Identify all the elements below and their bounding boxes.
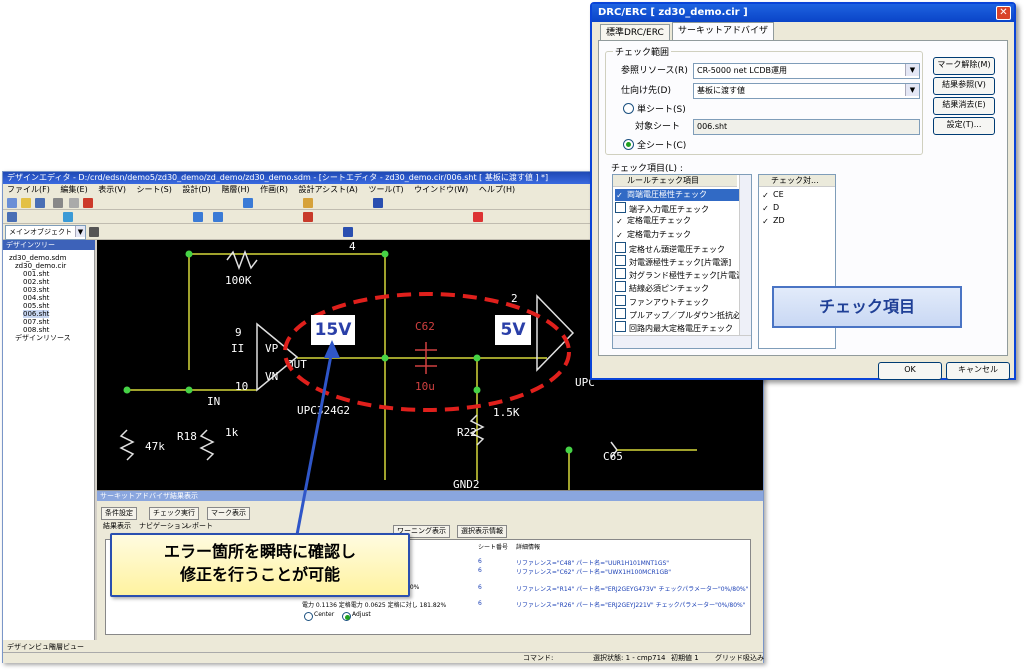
callout-line-2: 修正を行うことが可能	[179, 565, 340, 584]
pointer-arrow	[294, 349, 334, 541]
arrow-head-icon	[324, 340, 340, 358]
error-callout-box: エラー箇所を瞬時に確認し 修正を行うことが可能	[110, 533, 410, 597]
callout-line-1: エラー箇所を瞬時に確認し	[163, 542, 356, 561]
